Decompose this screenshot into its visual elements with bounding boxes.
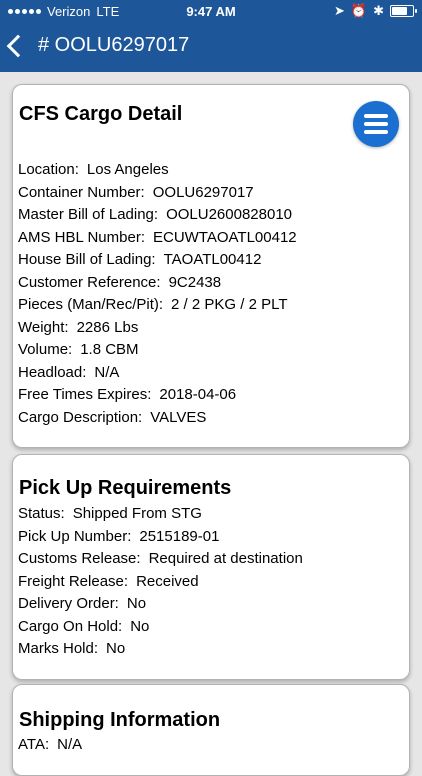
cargo-detail-title: CFS Cargo Detail: [19, 103, 183, 125]
bluetooth-icon: ✱: [373, 3, 384, 18]
detail-row: Volume: 1.8 CBM: [18, 339, 297, 362]
row-label: Cargo On Hold:: [18, 617, 123, 635]
pickup-title: Pick Up Requirements: [19, 477, 232, 499]
row-value: Shipped From STG: [72, 505, 202, 522]
row-value: VALVES: [150, 408, 207, 426]
detail-row: AMS HBL Number: ECUWTAOATL00412: [18, 227, 297, 250]
row-value: N/A: [94, 363, 120, 381]
detail-row: Master Bill of Lading: OOLU2600828010: [18, 204, 297, 227]
row-label: Free Times Expires:: [18, 386, 152, 403]
row-label: ATA:: [18, 736, 50, 753]
row-label: Customer Reference:: [18, 273, 161, 291]
row-value: 2286 Lbs: [76, 318, 139, 336]
row-value: N/A: [57, 736, 83, 753]
detail-row: Pick Up Number: 2515189-01: [18, 526, 303, 549]
row-value: Required at destination: [148, 550, 303, 567]
row-value: 9C2438: [168, 273, 222, 291]
row-label: Pick Up Number:: [18, 527, 132, 545]
top-bar: Verizon LTE 9:47 AM ➤ ⏰ ✱ # OOLU6297017: [0, 0, 422, 72]
detail-row: Location: Los Angeles: [18, 159, 297, 182]
row-label: Marks Hold:: [18, 640, 99, 657]
row-label: Location:: [18, 161, 79, 178]
status-bar: Verizon LTE 9:47 AM ➤ ⏰ ✱: [0, 0, 422, 24]
pickup-card: Pick Up Requirements Status: Shipped From…: [12, 454, 410, 680]
row-value: No: [126, 595, 147, 612]
detail-row: ATA: N/A: [18, 734, 82, 757]
detail-row: Customs Release: Required at destination: [18, 548, 303, 571]
row-label: AMS HBL Number:: [18, 228, 145, 246]
detail-row: Customer Reference: 9C2438: [18, 272, 297, 295]
detail-row: House Bill of Lading: TAOATL00412: [18, 249, 297, 272]
row-label: House Bill of Lading:: [18, 251, 156, 268]
page-title: # OOLU6297017: [38, 34, 190, 56]
detail-row: Cargo On Hold: No: [18, 616, 303, 639]
shipping-list: ATA: N/A: [18, 734, 82, 757]
shipping-card: Shipping Information ATA: N/A: [12, 684, 410, 776]
detail-row: Marks Hold: No: [18, 638, 303, 661]
cargo-detail-card: CFS Cargo Detail Location: Los Angeles Co…: [12, 84, 410, 448]
back-chevron-icon[interactable]: [6, 34, 30, 57]
detail-row: Cargo Description: VALVES: [18, 407, 297, 430]
detail-row: Status: Shipped From STG: [18, 503, 303, 526]
menu-button[interactable]: [353, 101, 399, 147]
menu-icon-bar: [364, 114, 388, 118]
row-value: 2 / 2 PKG / 2 PLT: [171, 296, 288, 313]
row-label: Cargo Description:: [18, 408, 143, 426]
row-value: Los Angeles: [86, 161, 169, 178]
detail-row: Free Times Expires: 2018-04-06: [18, 384, 297, 407]
cargo-detail-list: Location: Los Angeles Container Number: OO…: [18, 159, 297, 429]
location-icon: ➤: [334, 3, 345, 18]
battery-icon: [390, 5, 417, 17]
row-label: Freight Release:: [18, 572, 129, 590]
row-label: Pieces (Man/Rec/Pit):: [18, 296, 164, 313]
row-label: Status:: [18, 505, 65, 522]
row-label: Container Number:: [18, 183, 145, 201]
row-label: Customs Release:: [18, 550, 141, 567]
row-label: Weight:: [18, 318, 69, 336]
alarm-icon: ⏰: [350, 3, 368, 18]
row-value: 1.8 CBM: [80, 341, 139, 358]
menu-icon-bar: [364, 130, 388, 134]
shipping-title: Shipping Information: [19, 709, 221, 731]
menu-icon-bar: [364, 122, 388, 126]
row-value: OOLU6297017: [152, 183, 254, 201]
detail-row: Delivery Order: No: [18, 593, 303, 616]
row-label: Volume:: [18, 341, 73, 358]
row-value: TAOATL00412: [163, 251, 262, 268]
row-value: No: [106, 640, 126, 657]
row-label: Headload:: [18, 363, 87, 381]
detail-row: Weight: 2286 Lbs: [18, 317, 297, 340]
row-label: Delivery Order:: [18, 595, 119, 612]
row-value: ECUWTAOATL00412: [152, 228, 297, 246]
detail-row: Container Number: OOLU6297017: [18, 182, 297, 205]
row-value: 2515189-01: [139, 527, 220, 545]
row-value: Received: [136, 572, 199, 590]
pickup-list: Status: Shipped From STG Pick Up Number: 2…: [18, 503, 303, 661]
row-value: No: [130, 617, 150, 635]
detail-row: Freight Release: Received: [18, 571, 303, 594]
row-value: OOLU2600828010: [166, 206, 293, 223]
detail-row: Pieces (Man/Rec/Pit): 2 / 2 PKG / 2 PLT: [18, 294, 297, 317]
row-label: Master Bill of Lading:: [18, 206, 159, 223]
row-value: 2018-04-06: [159, 386, 237, 403]
detail-row: Headload: N/A: [18, 362, 297, 385]
